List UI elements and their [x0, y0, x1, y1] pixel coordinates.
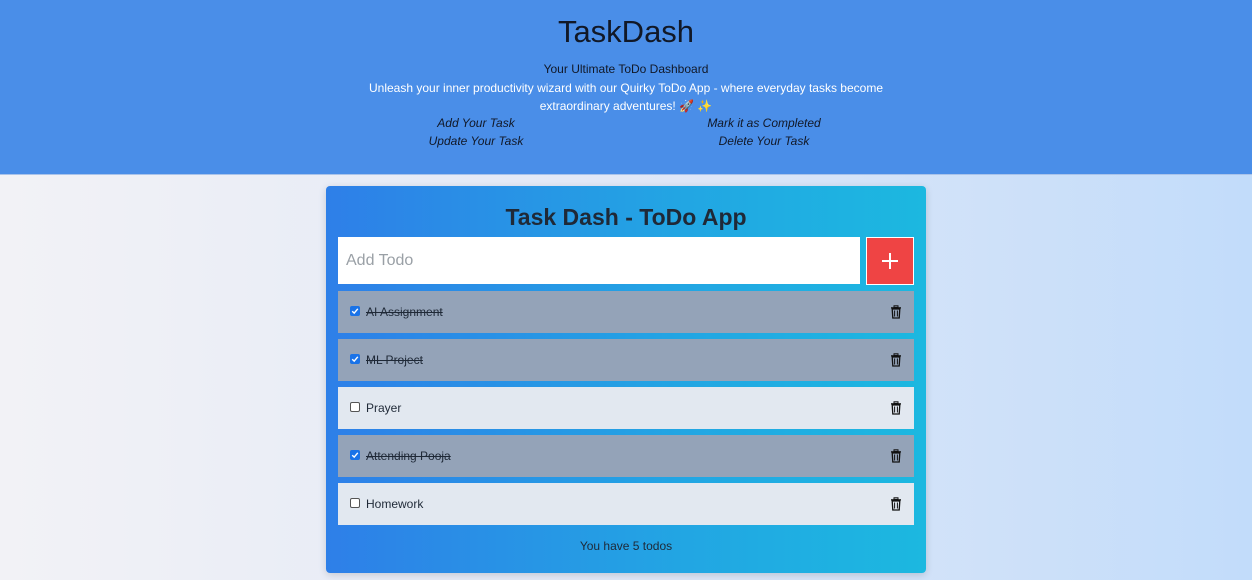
feature-update-task: Update Your Task — [428, 134, 524, 148]
todo-item: Prayer — [338, 387, 914, 429]
trash-icon[interactable] — [889, 401, 903, 415]
feature-delete-task: Delete Your Task — [718, 134, 810, 148]
checkmark-icon — [351, 452, 359, 459]
todo-item: Homework — [338, 483, 914, 525]
header: TaskDash Your Ultimate ToDo Dashboard Un… — [0, 0, 1252, 175]
todo-checkbox[interactable] — [350, 450, 360, 460]
app-description: Unleash your inner productivity wizard w… — [368, 81, 883, 113]
todo-card: Task Dash - ToDo App AI Assignment ML Pro… — [326, 186, 926, 573]
add-todo-input[interactable] — [338, 237, 860, 284]
checkmark-icon — [351, 356, 359, 363]
todo-item: ML Project — [338, 339, 914, 381]
todo-label: Attending Pooja — [366, 449, 451, 463]
todo-checkbox[interactable] — [350, 498, 360, 508]
feature-add-task: Add Your Task — [437, 116, 515, 130]
todo-item: Attending Pooja — [338, 435, 914, 477]
todo-label: Prayer — [366, 401, 402, 415]
trash-icon[interactable] — [889, 305, 903, 319]
checkmark-icon — [351, 308, 359, 315]
feature-mark-completed: Mark it as Completed — [707, 116, 821, 130]
app-title: TaskDash — [557, 14, 695, 49]
app-subtitle: Your Ultimate ToDo Dashboard — [543, 62, 709, 76]
trash-icon[interactable] — [889, 353, 903, 367]
todo-checkbox[interactable] — [350, 306, 360, 316]
todo-list: AI Assignment ML Project Prayer Attending P… — [338, 291, 914, 531]
trash-icon[interactable] — [889, 497, 903, 511]
todo-label: ML Project — [366, 353, 423, 367]
plus-icon — [882, 253, 898, 269]
todo-item: AI Assignment — [338, 291, 914, 333]
todo-count: You have 5 todos — [579, 539, 673, 553]
todo-checkbox[interactable] — [350, 402, 360, 412]
add-todo-button[interactable] — [866, 237, 914, 285]
todo-checkbox[interactable] — [350, 354, 360, 364]
trash-icon[interactable] — [889, 449, 903, 463]
card-title: Task Dash - ToDo App — [505, 204, 747, 230]
todo-label: Homework — [366, 497, 424, 511]
todo-label: AI Assignment — [366, 305, 443, 319]
